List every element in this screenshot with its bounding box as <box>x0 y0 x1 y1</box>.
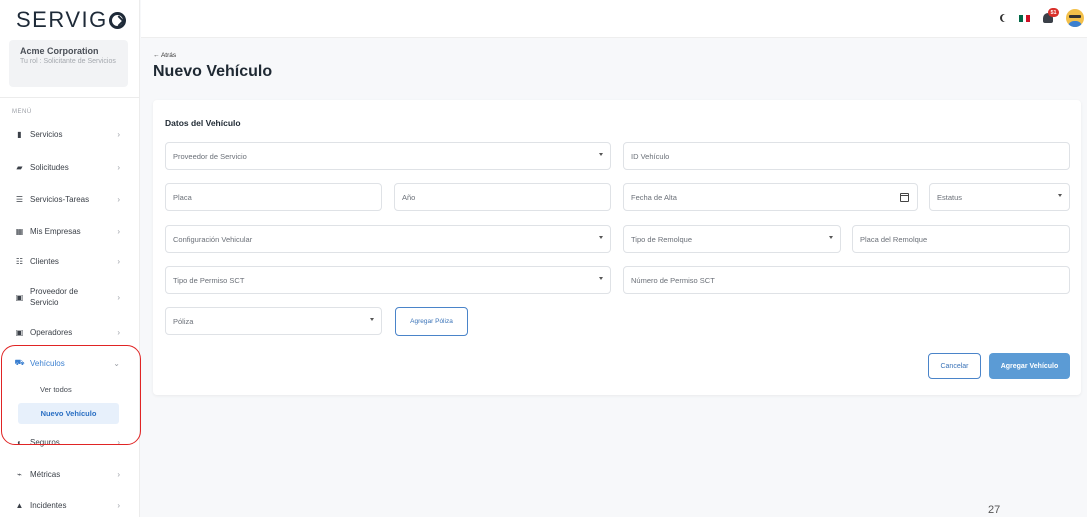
estatus-placeholder: Estatus <box>937 192 963 202</box>
annotation-highlight-circle <box>1 345 141 445</box>
sidebar-item-operadores[interactable]: ▣ Operadores › <box>14 322 124 342</box>
proveedor-select[interactable]: Proveedor de Servicio <box>165 142 611 170</box>
chevron-right-icon: › <box>117 194 120 204</box>
chevron-down-icon <box>599 153 603 156</box>
notification-badge: 51 <box>1048 8 1059 17</box>
anio-input[interactable]: Año <box>394 183 611 211</box>
numero-permiso-input[interactable]: Número de Permiso SCT <box>623 266 1070 294</box>
calendar-icon[interactable] <box>900 193 909 202</box>
sidebar-item-metricas[interactable]: ⌁ Métricas › <box>14 464 124 484</box>
building-icon: ▦ <box>15 226 24 236</box>
company-card: Acme Corporation Tu rol : Solicitante de… <box>9 40 128 87</box>
suitcase-icon: ▮ <box>17 129 22 139</box>
chevron-down-icon <box>599 236 603 239</box>
warning-icon: ▲ <box>15 500 24 510</box>
chevron-right-icon: › <box>117 327 120 337</box>
placa-remolque-input[interactable]: Placa del Remolque <box>852 225 1070 253</box>
chevron-right-icon: › <box>117 162 120 172</box>
company-role: Tu rol : Solicitante de Servicios <box>20 58 116 65</box>
chevron-right-icon: › <box>117 256 120 266</box>
sidebar-item-label: Mis Empresas <box>30 226 81 236</box>
chevron-down-icon <box>599 277 603 280</box>
page-number: 27 <box>988 504 1001 516</box>
cancel-button[interactable]: Cancelar <box>928 353 981 379</box>
configuracion-placeholder: Configuración Vehicular <box>173 234 253 244</box>
sidebar-item-label: Servicios-Tareas <box>30 194 90 204</box>
sidebar-item-proveedor[interactable]: ▣ Proveedor de Servicio › <box>14 284 124 310</box>
chevron-down-icon <box>829 236 833 239</box>
proveedor-placeholder: Proveedor de Servicio <box>173 151 247 161</box>
chevron-down-icon <box>1058 194 1062 197</box>
chart-line-icon: ⌁ <box>17 469 22 479</box>
sidebar-item-clientes[interactable]: ☷ Clientes › <box>14 251 124 271</box>
configuracion-select[interactable]: Configuración Vehicular <box>165 225 611 253</box>
sidebar-item-label: Métricas <box>30 469 61 479</box>
estatus-select[interactable]: Estatus <box>929 183 1070 211</box>
sidebar-item-label: Operadores <box>30 327 73 337</box>
company-name: Acme Corporation <box>20 46 99 56</box>
placa-placeholder: Placa <box>173 192 192 202</box>
sidebar-item-label: Servicios <box>30 129 63 139</box>
agregar-poliza-button[interactable]: Agregar Póliza <box>395 307 468 336</box>
fecha-alta-placeholder: Fecha de Alta <box>631 192 677 202</box>
avatar[interactable] <box>1066 9 1084 27</box>
list-icon: ☰ <box>15 194 24 204</box>
servigo-logo[interactable]: SERVIG <box>16 7 126 33</box>
sidebar-item-label: Proveedor de Servicio <box>30 287 79 307</box>
logo-text: SERVIG <box>16 7 108 32</box>
sidebar-divider <box>0 97 140 98</box>
id-vehiculo-input[interactable]: ID Vehículo <box>623 142 1070 170</box>
sidebar-item-solicitudes[interactable]: ▰ Solicitudes › <box>14 157 124 177</box>
logo-arrow-icon <box>108 11 126 29</box>
poliza-select[interactable]: Póliza <box>165 307 382 335</box>
section-title: Datos del Vehículo <box>165 118 241 128</box>
id-badge-icon: ▣ <box>15 327 24 337</box>
topbar <box>141 0 1087 38</box>
chevron-right-icon: › <box>117 292 120 302</box>
chevron-right-icon: › <box>117 129 120 139</box>
sidebar-item-label: Incidentes <box>30 500 67 510</box>
tipo-remolque-placeholder: Tipo de Remolque <box>631 234 693 244</box>
page-title: Nuevo Vehículo <box>153 63 273 80</box>
users-icon: ☷ <box>15 256 24 266</box>
chevron-down-icon <box>370 318 374 321</box>
truck-hand-icon: ▰ <box>16 162 23 172</box>
poliza-placeholder: Póliza <box>173 316 194 326</box>
placa-input[interactable]: Placa <box>165 183 382 211</box>
sidebar-item-mis-empresas[interactable]: ▦ Mis Empresas › <box>14 221 124 241</box>
sidebar-item-incidentes[interactable]: ▲ Incidentes › <box>14 495 124 515</box>
sidebar-item-label: Solicitudes <box>30 162 69 172</box>
chevron-right-icon: › <box>117 500 120 510</box>
tipo-permiso-select[interactable]: Tipo de Permiso SCT <box>165 266 611 294</box>
chevron-right-icon: › <box>117 469 120 479</box>
back-link[interactable]: ← Atrás <box>153 52 176 59</box>
sidebar-item-servicios-tareas[interactable]: ☰ Servicios-Tareas › <box>14 189 124 209</box>
anio-placeholder: Año <box>402 192 416 202</box>
numero-permiso-placeholder: Número de Permiso SCT <box>631 275 715 285</box>
sidebar-item-servicios[interactable]: ▮ Servicios › <box>14 124 124 144</box>
sidebar-item-label: Clientes <box>30 256 59 266</box>
id-card-icon: ▣ <box>15 292 24 302</box>
mexico-flag-icon[interactable] <box>1019 15 1031 22</box>
add-vehicle-button[interactable]: Agregar Vehículo <box>989 353 1070 379</box>
menu-label: MENÚ <box>12 109 32 115</box>
chevron-right-icon: › <box>117 226 120 236</box>
id-vehiculo-placeholder: ID Vehículo <box>631 151 670 161</box>
tipo-permiso-placeholder: Tipo de Permiso SCT <box>173 275 245 285</box>
tipo-remolque-select[interactable]: Tipo de Remolque <box>623 225 841 253</box>
fecha-alta-input[interactable]: Fecha de Alta <box>623 183 918 211</box>
moon-icon[interactable] <box>1002 14 1010 22</box>
placa-remolque-placeholder: Placa del Remolque <box>860 234 928 244</box>
